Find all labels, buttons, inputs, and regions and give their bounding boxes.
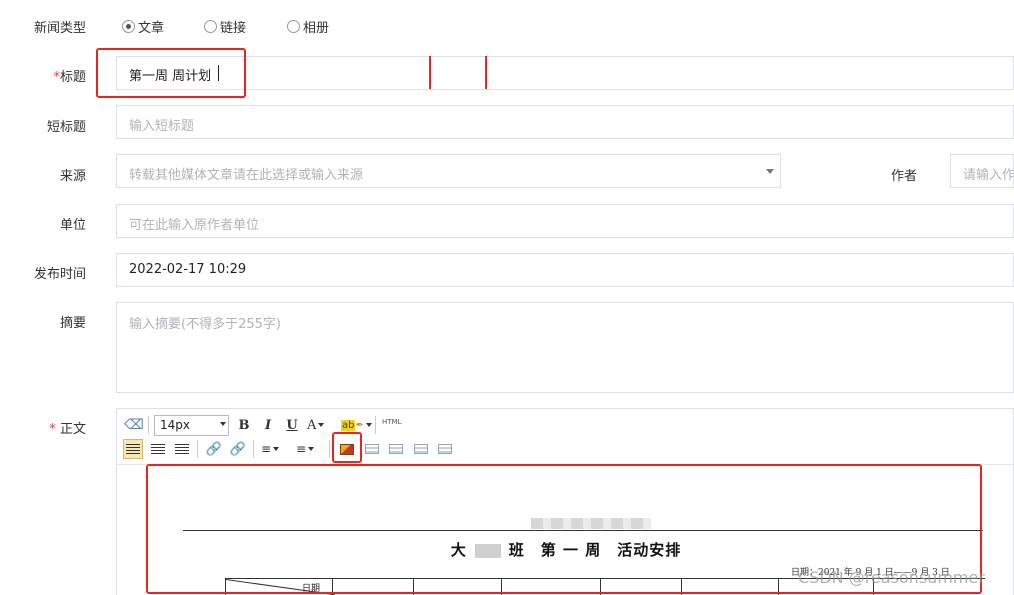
author-input[interactable]: 请输入作 <box>950 154 1014 188</box>
align-center-icon <box>151 444 165 454</box>
unit-input[interactable]: 可在此输入原作者单位 <box>116 204 1014 238</box>
news-type-label: 新闻类型 <box>33 21 86 36</box>
radio-link[interactable]: 链接 <box>204 17 246 36</box>
publish-time-label: 发布时间 <box>33 267 86 282</box>
align-center-button[interactable] <box>148 439 168 459</box>
annotation-line <box>429 56 431 89</box>
font-color-button[interactable]: A <box>307 415 325 435</box>
summary-label: 摘要 <box>59 316 86 331</box>
pen-icon: ✒ <box>355 419 364 431</box>
radio-dot-icon <box>204 20 217 33</box>
eraser-icon[interactable]: ⌫ <box>124 415 144 435</box>
short-title-label: 短标题 <box>46 120 86 135</box>
toolbar-divider <box>197 440 198 458</box>
radio-link-label: 链接 <box>220 21 247 36</box>
radio-dot-icon <box>122 20 135 33</box>
annotation-line <box>485 56 487 89</box>
short-title-input[interactable]: 输入短标题 <box>116 105 1014 139</box>
title-label-text: 标题 <box>59 70 86 85</box>
short-title-placeholder: 输入短标题 <box>129 119 195 134</box>
chevron-down-icon <box>766 169 774 174</box>
highlight-glyph: ab <box>341 419 356 431</box>
toolbar-divider <box>148 416 149 434</box>
image-center-icon <box>414 444 428 454</box>
radio-album-label: 相册 <box>303 21 330 36</box>
font-size-value: 14px <box>160 418 190 432</box>
unordered-list-icon: ≡ <box>296 442 307 456</box>
toolbar-divider <box>375 416 376 434</box>
toolbar-divider <box>253 440 254 458</box>
required-mark: * <box>49 422 56 437</box>
source-select[interactable]: 转载其他媒体文章请在此选择或输入来源 <box>116 154 781 188</box>
unlink-icon[interactable]: 🔗 <box>228 439 248 459</box>
font-color-glyph: A <box>307 417 317 433</box>
chevron-down-icon <box>365 423 372 427</box>
body-label-text: 正文 <box>59 422 86 437</box>
image-center-button[interactable] <box>411 439 431 459</box>
align-left-button[interactable] <box>123 439 143 459</box>
align-right-icon <box>175 444 189 454</box>
chevron-down-icon <box>308 447 315 451</box>
ordered-list-icon: ≡ <box>261 442 272 456</box>
title-input[interactable]: 第一周 周计划 <box>116 56 1014 90</box>
toolbar-divider <box>329 440 330 458</box>
summary-placeholder: 输入摘要(不得多于255字) <box>129 317 281 332</box>
unit-label: 单位 <box>59 218 86 233</box>
radio-article-label: 文章 <box>138 21 165 36</box>
chevron-down-icon <box>273 447 280 451</box>
chevron-down-icon <box>318 423 325 427</box>
publish-time-value: 2022-02-17 10:29 <box>129 262 247 277</box>
author-placeholder: 请输入作 <box>963 168 1014 183</box>
image-none-button[interactable] <box>435 439 455 459</box>
chevron-down-icon <box>220 422 226 426</box>
image-none-icon <box>438 444 452 454</box>
bold-button[interactable]: B <box>234 415 254 435</box>
unordered-list-button[interactable]: ≡ <box>296 439 315 459</box>
annotation-box-title <box>96 48 246 98</box>
align-left-icon <box>126 444 140 454</box>
font-size-select[interactable]: 14px <box>154 415 229 436</box>
radio-article[interactable]: 文章 <box>122 17 164 36</box>
unit-placeholder: 可在此输入原作者单位 <box>129 218 260 233</box>
summary-textarea[interactable]: 输入摘要(不得多于255字) <box>116 302 1014 393</box>
italic-button[interactable]: I <box>258 415 278 435</box>
author-label: 作者 <box>891 169 918 184</box>
ordered-list-button[interactable]: ≡ <box>261 439 280 459</box>
underline-button[interactable]: U <box>282 415 302 435</box>
radio-album[interactable]: 相册 <box>287 17 329 36</box>
source-label: 来源 <box>59 169 86 184</box>
title-label: *标题 <box>0 66 86 85</box>
image-float-left-button[interactable] <box>362 439 382 459</box>
align-right-button[interactable] <box>172 439 192 459</box>
float-right-icon <box>389 444 403 454</box>
annotation-box-image-button <box>332 432 362 463</box>
body-label: * 正文 <box>0 418 86 437</box>
publish-time-input[interactable]: 2022-02-17 10:29 <box>116 253 1014 287</box>
radio-dot-icon <box>287 20 300 33</box>
image-float-right-button[interactable] <box>386 439 406 459</box>
link-icon[interactable]: 🔗 <box>204 439 224 459</box>
html-source-button[interactable]: HTML <box>382 418 401 426</box>
watermark: CSDN @reasonsummer <box>798 568 985 587</box>
float-left-icon <box>365 444 379 454</box>
source-placeholder: 转载其他媒体文章请在此选择或输入来源 <box>129 168 364 183</box>
editor-toolbar: ⌫ 14px B I U A ab ✒ HTML 🔗 🔗 ≡ ≡ <box>117 409 1013 465</box>
